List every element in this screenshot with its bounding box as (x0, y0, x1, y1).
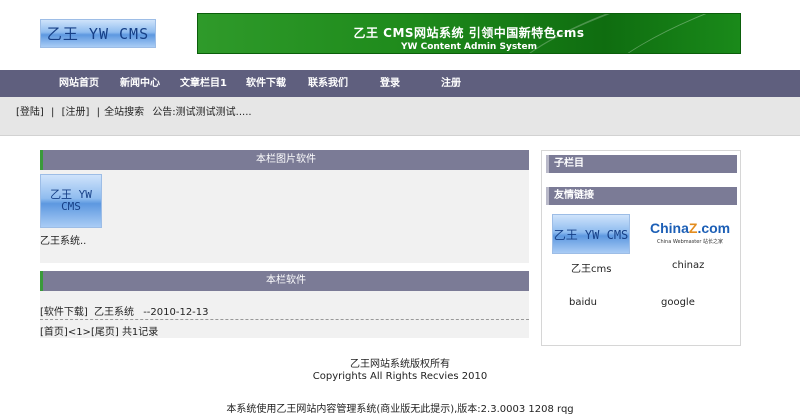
thumbnail-text: 乙王 YW CMS (50, 187, 92, 213)
friend-link-chinaz[interactable]: chinaz (672, 260, 704, 271)
friend-links-title: 友情链接 (546, 187, 737, 205)
site-logo-text: 乙王 YW CMS (46, 25, 150, 43)
sidebar: 子栏目 友情链接 乙王 YW CMS ChinaZ.com China Webm… (541, 150, 741, 346)
pager-first[interactable]: [首页] (40, 327, 68, 338)
banner-subtitle: YW Content Admin System (401, 42, 537, 52)
main-nav: 网站首页 新闻中心 文章栏目1 软件下载 联系我们 登录 注册 (0, 70, 800, 97)
item-category-link[interactable]: [软件下载] (40, 307, 88, 318)
image-software-panel: 本栏图片软件 乙王 YW CMS 乙王系统.. (40, 150, 529, 263)
nav-item-home[interactable]: 网站首页 (59, 70, 99, 97)
pager-page-1[interactable]: <1> (68, 327, 91, 338)
banner-title: 乙王 CMS网站系统 引领中国新特色cms (353, 26, 585, 40)
nav-item-articles[interactable]: 文章栏目1 (180, 70, 227, 97)
friend-link-baidu[interactable]: baidu (569, 297, 597, 308)
item-title-link[interactable]: 乙王系统 (94, 307, 134, 318)
separator: | (96, 107, 100, 118)
friend-link-logo-ywcms[interactable]: 乙王 YW CMS (552, 214, 630, 254)
panel-title: 本栏图片软件 (40, 150, 529, 170)
site-search-link[interactable]: 全站搜索 (104, 107, 144, 118)
friend-link-google[interactable]: google (661, 297, 695, 308)
friend-link-logo-chinaz[interactable]: ChinaZ.com China Webmaster 站长之家 (650, 221, 730, 251)
footer-rights: Copyrights All Rights Recvies 2010 (312, 371, 488, 382)
separator: | (51, 107, 55, 118)
pager: [首页]<1>[尾页] 共1记录 (40, 323, 158, 338)
software-thumbnail[interactable]: 乙王 YW CMS (40, 174, 102, 228)
nav-item-downloads[interactable]: 软件下载 (246, 70, 286, 97)
item-date: --2010-12-13 (143, 307, 209, 318)
friend-link-ywcms[interactable]: 乙王cms (571, 260, 611, 275)
main-content: 本栏图片软件 乙王 YW CMS 乙王系统.. 本栏软件 [软件下载] 乙王系统… (40, 150, 529, 338)
register-link[interactable]: [注册] (62, 107, 90, 118)
user-bar: [登陆] | [注册] | 全站搜索 公告:测试测试测试..... (0, 97, 800, 136)
chinaz-logo-part: .com (697, 220, 731, 236)
software-caption-link[interactable]: 乙王系统.. (40, 232, 86, 247)
chinaz-logo-part: China (650, 220, 689, 236)
nav-item-news[interactable]: 新闻中心 (120, 70, 160, 97)
nav-item-contact[interactable]: 联系我们 (308, 70, 348, 97)
header-banner: 乙王 CMS网站系统 引领中国新特色cms YW Content Admin S… (197, 13, 741, 54)
announcement: 公告:测试测试测试..... (152, 107, 252, 118)
footer-copyright: 乙王网站系统版权所有 (350, 359, 450, 370)
link-logo-text: 乙王 YW CMS (553, 227, 629, 242)
list-item: [软件下载] 乙王系统 --2010-12-13 (40, 303, 529, 320)
chinaz-logo-subtext: China Webmaster 站长之家 (657, 239, 723, 245)
panel-title: 本栏软件 (40, 271, 529, 291)
nav-item-login[interactable]: 登录 (380, 70, 400, 97)
nav-item-register[interactable]: 注册 (441, 70, 461, 97)
pager-last[interactable]: [尾页] (91, 327, 119, 338)
login-link[interactable]: [登陆] (16, 107, 44, 118)
site-logo[interactable]: 乙王 YW CMS (40, 19, 156, 48)
subcolumn-title: 子栏目 (546, 155, 737, 173)
pager-total: 共1记录 (121, 327, 159, 338)
software-list-panel: 本栏软件 [软件下载] 乙王系统 --2010-12-13 [首页]<1>[尾页… (40, 271, 529, 338)
